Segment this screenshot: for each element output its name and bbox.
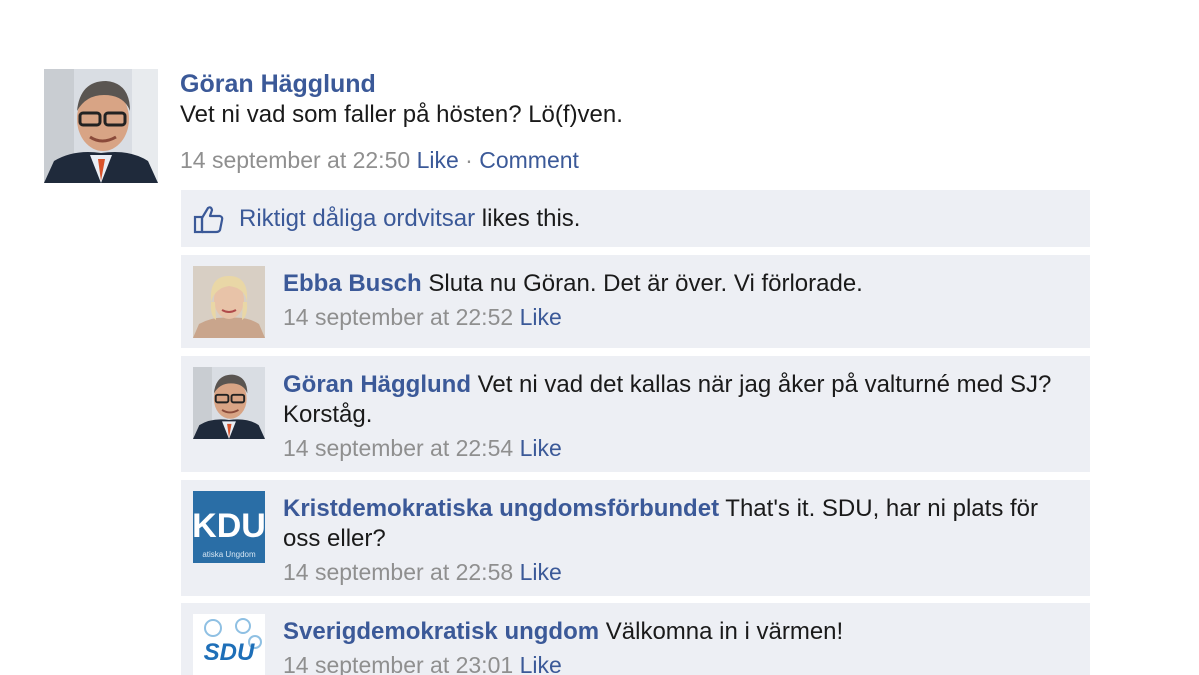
post-comment-link[interactable]: Comment	[479, 147, 579, 173]
comment-timestamp[interactable]: 14 september at 22:52	[283, 304, 513, 330]
post-author-name[interactable]: Göran Hägglund	[180, 70, 376, 99]
comment-body: Göran Hägglund Vet ni vad det kallas när…	[283, 370, 1073, 463]
post-like-link[interactable]: Like	[417, 147, 459, 173]
likes-suffix: likes this.	[481, 205, 581, 232]
sdu-logo: SDU	[193, 614, 265, 675]
kdu-logo: KDU atiska Ungdom	[193, 491, 265, 563]
likes-summary: Riktigt dåliga ordvitsar likes this.	[181, 190, 1090, 247]
comment-body: Sverigdemokratisk ungdom Välkomna in i v…	[283, 617, 1073, 675]
liker-name[interactable]: Riktigt dåliga ordvitsar	[239, 205, 475, 232]
thumbs-up-icon	[193, 206, 224, 234]
comment-meta: 14 september at 22:58 Like	[283, 557, 1073, 587]
comment-author-avatar[interactable]: KDU atiska Ungdom	[193, 491, 265, 563]
blonde-woman-photo	[193, 266, 265, 338]
comment-author-name[interactable]: Ebba Busch	[283, 270, 422, 297]
comment-meta: 14 september at 22:54 Like	[283, 433, 1073, 463]
comment-author-avatar[interactable]: SDU	[193, 614, 265, 675]
comment-item: SDU Sverigdemokratisk ungdom Välkomna in…	[181, 603, 1090, 675]
man-with-glasses-photo	[44, 69, 158, 183]
comment-author-name[interactable]: Kristdemokratiska ungdomsförbundet	[283, 495, 719, 522]
post-meta: 14 september at 22:50 Like · Comment	[180, 147, 579, 174]
comment-timestamp[interactable]: 14 september at 22:58	[283, 559, 513, 585]
likes-text: Riktigt dåliga ordvitsar likes this.	[239, 205, 580, 233]
comment-item: Göran Hägglund Vet ni vad det kallas när…	[181, 356, 1090, 472]
comment-body: Ebba Busch Sluta nu Göran. Det är över. …	[283, 269, 1073, 332]
comment-like-link[interactable]: Like	[520, 559, 562, 585]
post-timestamp[interactable]: 14 september at 22:50	[180, 147, 410, 173]
sdu-logo-text: SDU	[204, 639, 255, 666]
post-author-avatar[interactable]	[44, 69, 158, 183]
facebook-post: Göran Hägglund Vet ni vad som faller på …	[0, 0, 1199, 675]
comment-meta: 14 september at 22:52 Like	[283, 302, 1073, 332]
comment-text: Välkomna in i värmen!	[605, 618, 844, 645]
comment-author-avatar[interactable]	[193, 266, 265, 338]
comment-author-avatar[interactable]	[193, 367, 265, 439]
comment-timestamp[interactable]: 14 september at 23:01	[283, 652, 513, 675]
comment-item: Ebba Busch Sluta nu Göran. Det är över. …	[181, 255, 1090, 348]
comment-like-link[interactable]: Like	[520, 652, 562, 675]
comment-meta: 14 september at 23:01 Like	[283, 650, 1073, 675]
comment-body: Kristdemokratiska ungdomsförbundet That'…	[283, 494, 1073, 587]
post-message: Vet ni vad som faller på hösten? Lö(f)ve…	[180, 101, 623, 128]
kdu-logo-text: KDU	[193, 507, 265, 545]
comment-timestamp[interactable]: 14 september at 22:54	[283, 435, 513, 461]
comment-text: Sluta nu Göran. Det är över. Vi förlorad…	[428, 270, 863, 297]
comment-like-link[interactable]: Like	[520, 435, 562, 461]
comment-author-name[interactable]: Sverigdemokratisk ungdom	[283, 618, 599, 645]
meta-separator: ·	[465, 147, 473, 173]
kdu-logo-caption: atiska Ungdom	[202, 550, 256, 559]
comment-author-name[interactable]: Göran Hägglund	[283, 371, 471, 398]
comment-like-link[interactable]: Like	[520, 304, 562, 330]
comment-item: KDU atiska Ungdom Kristdemokratiska ungd…	[181, 480, 1090, 596]
man-with-glasses-photo	[193, 367, 265, 439]
